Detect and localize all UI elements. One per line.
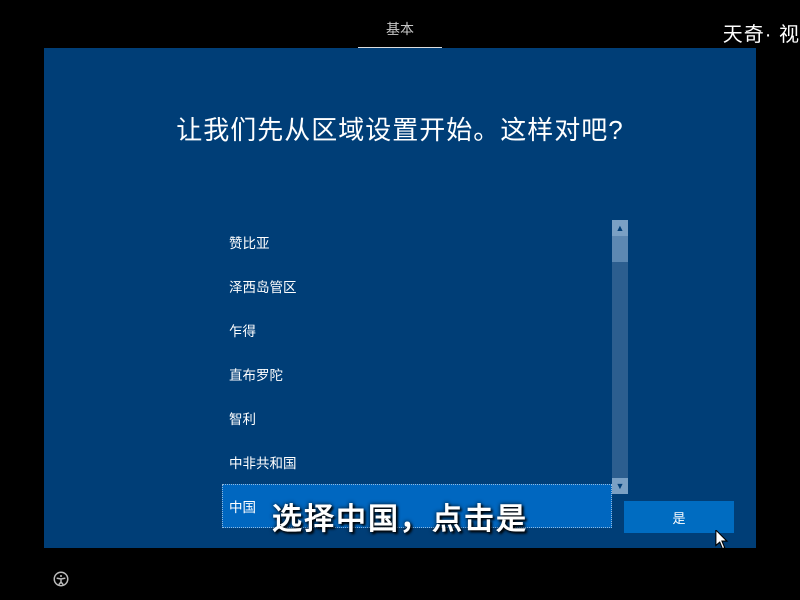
region-item[interactable]: 赞比亚 [222, 220, 612, 264]
confirm-yes-button[interactable]: 是 [624, 501, 734, 533]
region-item[interactable]: 智利 [222, 396, 612, 440]
region-list[interactable]: 赞比亚泽西岛管区乍得直布罗陀智利中非共和国中国 [222, 220, 612, 494]
scroll-thumb[interactable] [612, 236, 628, 262]
region-item[interactable]: 乍得 [222, 308, 612, 352]
region-list-container: 赞比亚泽西岛管区乍得直布罗陀智利中非共和国中国 ▲ ▼ [222, 220, 628, 494]
tab-bar: 基本 [0, 12, 800, 48]
scroll-up-arrow-icon[interactable]: ▲ [612, 220, 628, 236]
oobe-region-panel: 让我们先从区域设置开始。这样对吧? 赞比亚泽西岛管区乍得直布罗陀智利中非共和国中… [44, 48, 756, 548]
page-title: 让我们先从区域设置开始。这样对吧? [44, 110, 756, 147]
region-item[interactable]: 泽西岛管区 [222, 264, 612, 308]
video-subtitle: 选择中国，点击是 [272, 494, 528, 538]
accessibility-icon[interactable] [52, 570, 70, 588]
region-item[interactable]: 中非共和国 [222, 440, 612, 484]
tab-basic[interactable]: 基本 [358, 11, 442, 49]
scrollbar[interactable]: ▲ ▼ [612, 220, 628, 494]
scroll-down-arrow-icon[interactable]: ▼ [612, 478, 628, 494]
watermark-text: 天奇· 视 [723, 18, 800, 47]
region-item[interactable]: 直布罗陀 [222, 352, 612, 396]
